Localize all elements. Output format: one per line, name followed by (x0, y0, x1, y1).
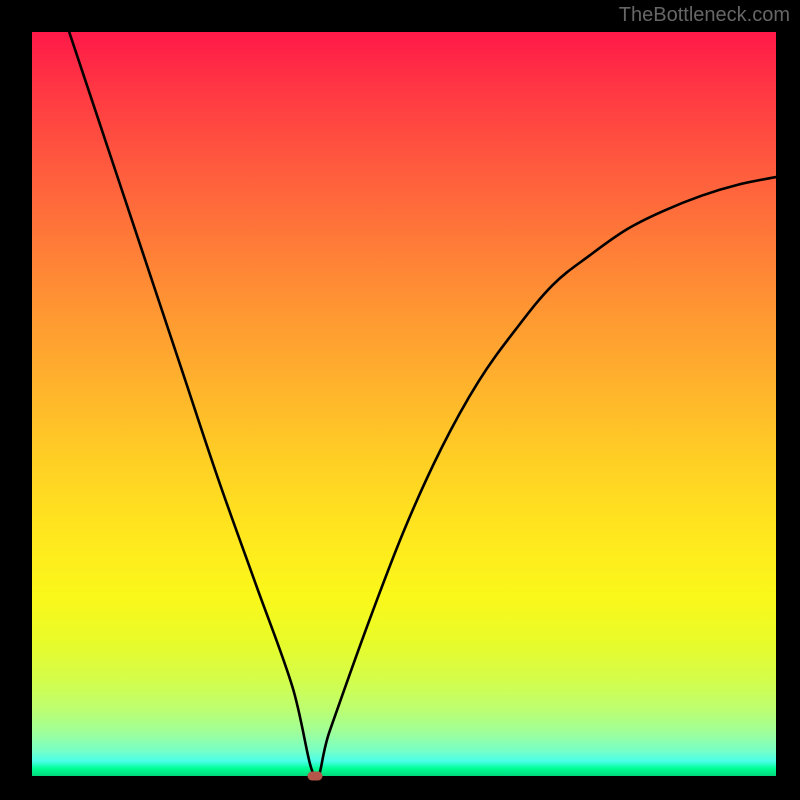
bottleneck-curve (32, 32, 776, 776)
watermark-text: TheBottleneck.com (619, 4, 790, 27)
chart-plot-area (32, 32, 776, 776)
optimal-point-marker (307, 772, 322, 781)
